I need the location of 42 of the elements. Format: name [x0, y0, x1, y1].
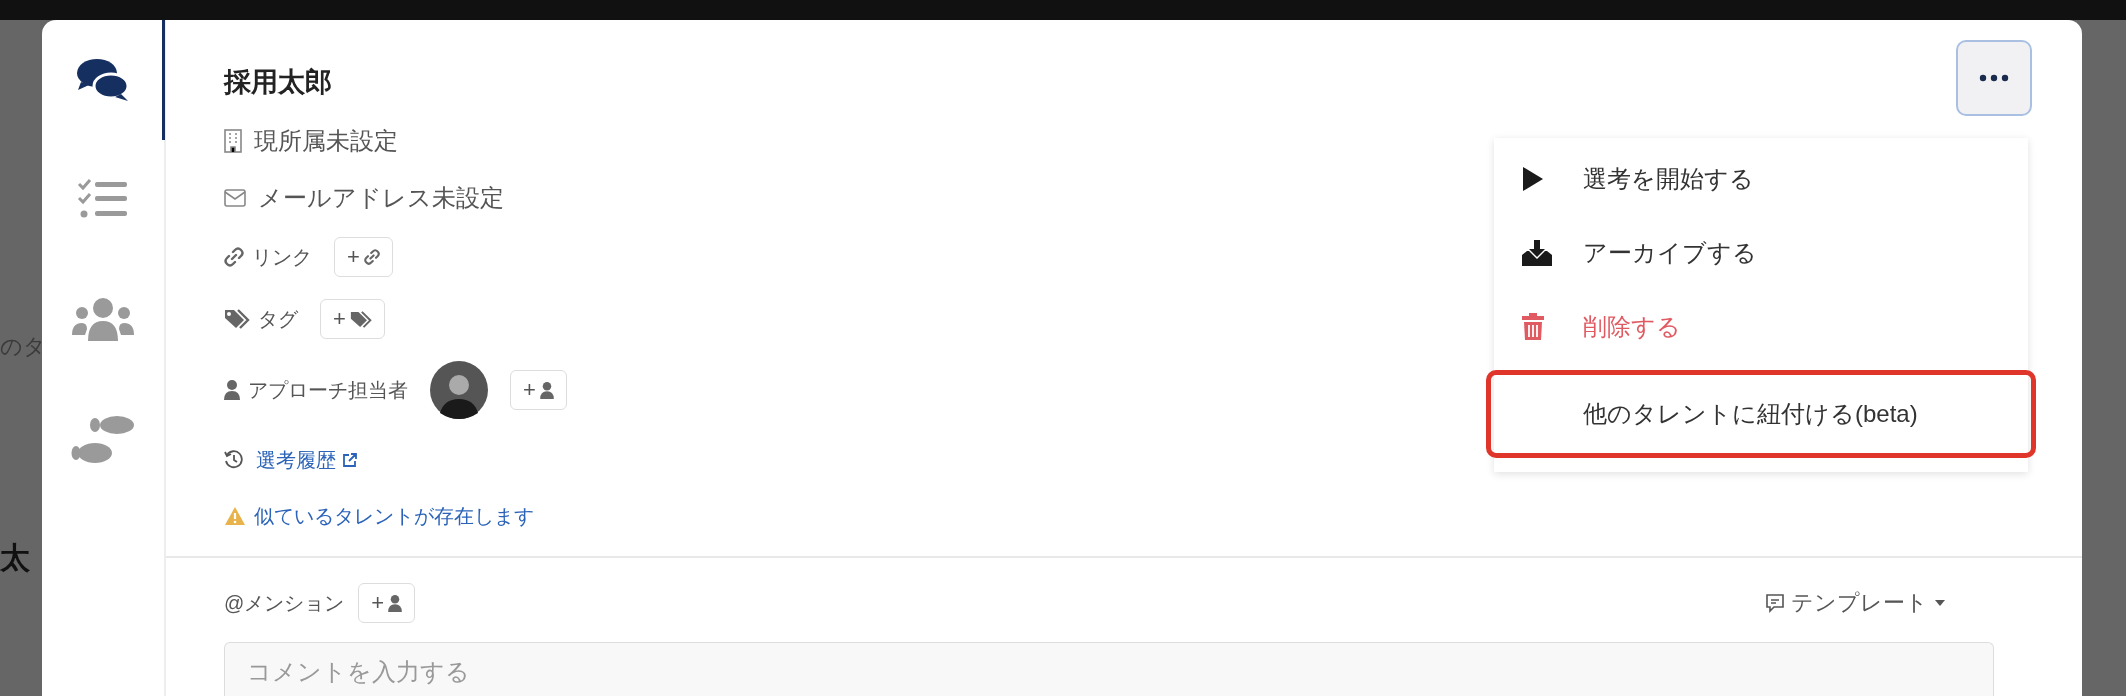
- similar-talent-link[interactable]: 似ているタレントが存在します: [254, 502, 534, 530]
- trash-icon: [1521, 313, 1545, 341]
- warning-icon: [224, 506, 246, 526]
- tags-icon: [224, 309, 250, 329]
- envelope-icon: [224, 188, 246, 207]
- menu-item[interactable]: 選考を開始する: [1486, 142, 2036, 216]
- person-icon: [224, 380, 240, 400]
- template-dropdown[interactable]: テンプレート: [1759, 587, 1952, 619]
- menu-item[interactable]: 他のタレントに紐付ける(beta): [1486, 370, 2036, 458]
- add-button[interactable]: +: [320, 299, 385, 339]
- field-label: タグ: [258, 306, 298, 332]
- history-icon: [224, 450, 244, 470]
- people-icon: [70, 297, 135, 343]
- comment-field[interactable]: コメントを入力する: [224, 642, 1994, 696]
- menu-item[interactable]: アーカイブする: [1486, 216, 2036, 290]
- add-button[interactable]: +: [510, 370, 567, 410]
- download-tray-icon: [1521, 239, 1553, 267]
- mention-label: @メンション: [224, 590, 345, 616]
- avatar-icon: [430, 361, 488, 419]
- email-text: メールアドレス未設定: [258, 182, 504, 213]
- add-mention-button[interactable]: +: [358, 583, 416, 623]
- building-icon: [224, 128, 242, 153]
- field-label: アプローチ担当者: [248, 377, 408, 403]
- background-text: 太: [0, 540, 30, 576]
- ellipsis-icon: [1979, 74, 2009, 82]
- field-label: リンク: [252, 244, 312, 270]
- play-icon: [1521, 166, 1545, 192]
- link-icon: [363, 249, 380, 265]
- comment-icon: [1765, 593, 1785, 613]
- tags-icon: [349, 310, 372, 328]
- link-icon: [224, 247, 244, 267]
- affiliation-text: 現所属未設定: [254, 125, 398, 156]
- selection-history-link[interactable]: 選考履歴: [256, 446, 358, 474]
- add-button[interactable]: +: [334, 237, 393, 277]
- chat-bubbles-icon: [74, 56, 131, 104]
- menu-item[interactable]: 削除する: [1486, 290, 2036, 364]
- external-link-icon: [342, 452, 358, 468]
- more-options-button[interactable]: [1956, 40, 2032, 116]
- person-icon: [388, 594, 403, 612]
- talent-name: 採用太郎: [224, 66, 332, 99]
- person-icon: [539, 381, 554, 399]
- caret-icon: [1934, 599, 1946, 607]
